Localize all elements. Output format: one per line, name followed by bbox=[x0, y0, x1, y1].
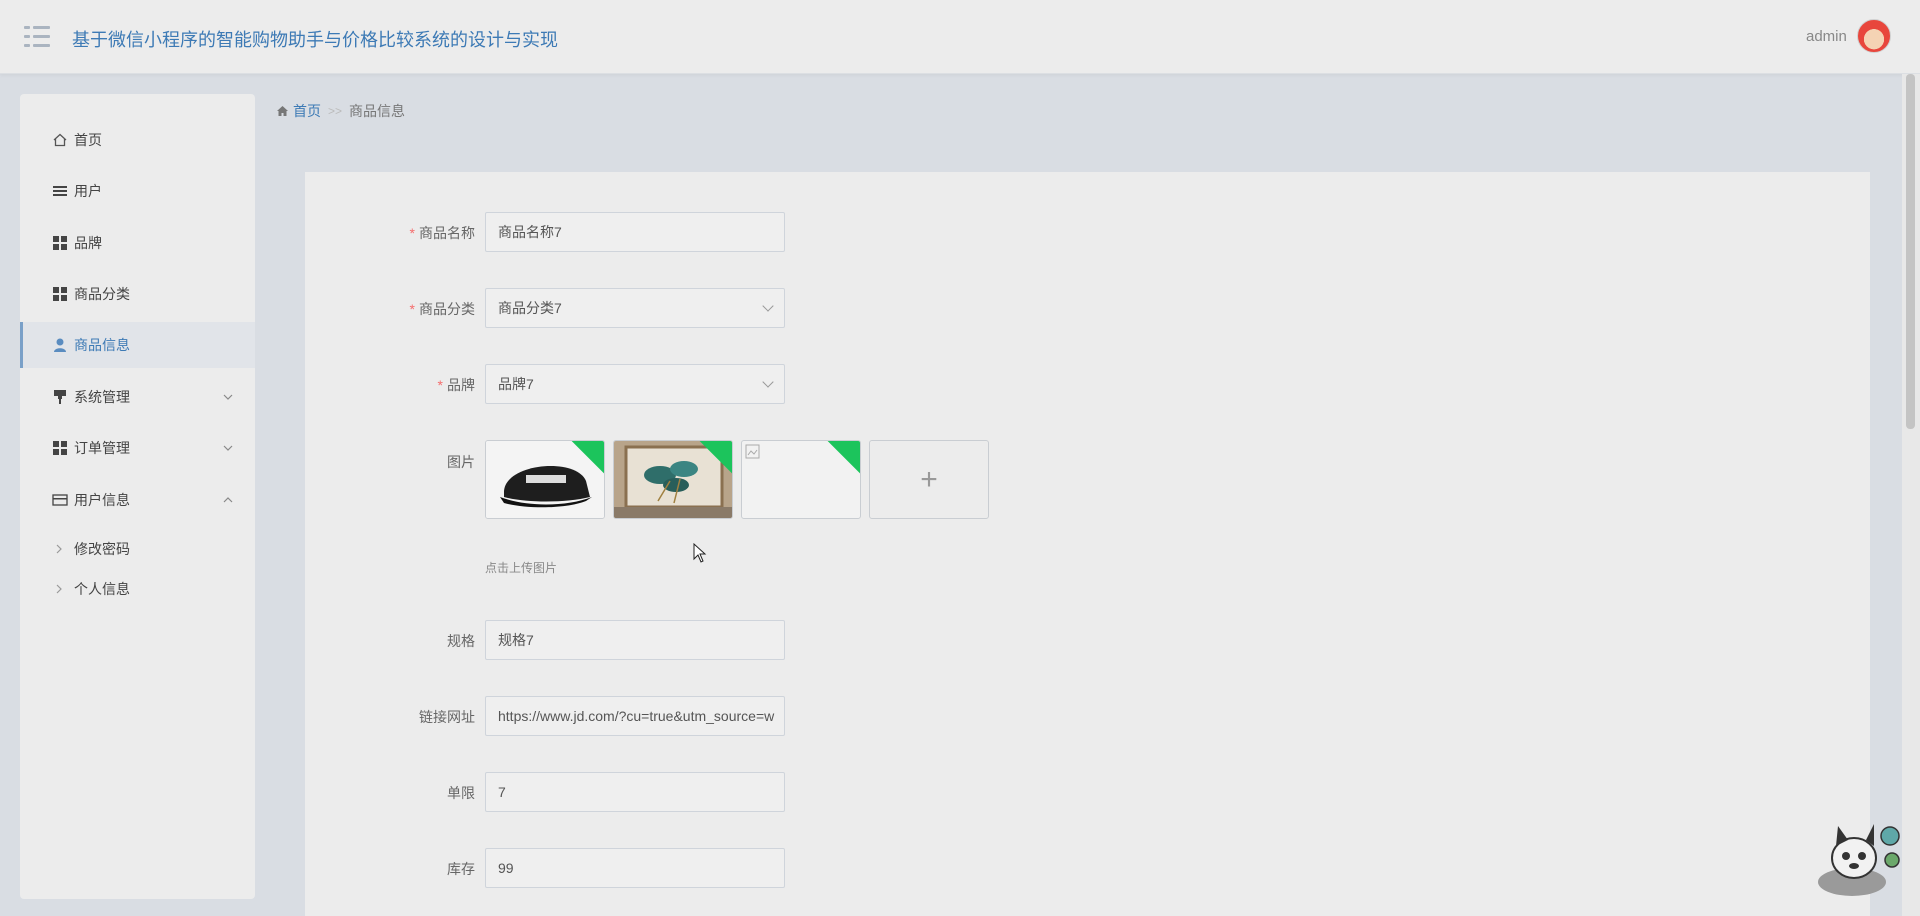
chevron-down-icon bbox=[762, 300, 774, 312]
image-thumbnail[interactable]: ✓ bbox=[485, 440, 605, 519]
sidebar-subitem-profile[interactable]: 个人信息 bbox=[20, 571, 255, 607]
page-scrollbar[interactable] bbox=[1902, 74, 1920, 916]
list-icon bbox=[53, 186, 67, 196]
stock-input[interactable]: 99 bbox=[485, 848, 785, 888]
brush-icon bbox=[54, 390, 66, 404]
spec-input[interactable]: 规格7 bbox=[485, 620, 785, 660]
sidebar-item-category[interactable]: 商品分类 bbox=[20, 271, 255, 317]
breadcrumb-current: 商品信息 bbox=[349, 103, 406, 119]
sidebar-item-system[interactable]: 系统管理 bbox=[20, 374, 255, 420]
chevron-down-icon bbox=[223, 445, 233, 451]
home-icon bbox=[277, 106, 288, 116]
sidebar-item-label: 品牌 bbox=[74, 235, 102, 251]
top-header: 基于微信小程序的智能购物助手与价格比较系统的设计与实现 admin bbox=[0, 0, 1920, 74]
plus-icon: + bbox=[920, 462, 938, 496]
sidebar-item-label: 订单管理 bbox=[74, 440, 130, 456]
grid-icon bbox=[53, 441, 67, 455]
upload-hint: 点击上传图片 bbox=[485, 561, 558, 575]
sidebar-item-label: 系统管理 bbox=[74, 389, 130, 405]
limit-label: 单限 bbox=[447, 785, 475, 801]
breadcrumb: 首页 >> 商品信息 bbox=[276, 101, 405, 121]
brand-label: * 品牌 bbox=[437, 377, 475, 393]
sidebar-item-label: 首页 bbox=[74, 132, 102, 148]
sidebar-subitem-label: 个人信息 bbox=[74, 581, 130, 597]
breadcrumb-separator: >> bbox=[328, 104, 343, 118]
scrollbar-thumb[interactable] bbox=[1906, 74, 1915, 429]
sidebar-item-users[interactable]: 用户 bbox=[20, 168, 255, 214]
spec-label: 规格 bbox=[447, 633, 475, 649]
product-name-input[interactable]: 商品名称7 bbox=[485, 212, 785, 252]
sidebar-item-label: 用户 bbox=[74, 183, 102, 199]
images-label: 图片 bbox=[447, 454, 475, 470]
sidebar-item-label: 商品分类 bbox=[74, 286, 130, 302]
sidebar-item-product-info[interactable]: 商品信息 bbox=[20, 322, 255, 368]
home-icon bbox=[53, 133, 67, 147]
sidebar-item-label: 用户信息 bbox=[74, 492, 130, 508]
person-icon bbox=[54, 338, 66, 352]
category-label: * 商品分类 bbox=[409, 301, 475, 317]
cat-mascot-icon[interactable] bbox=[1808, 812, 1900, 902]
upload-image-button[interactable]: + bbox=[869, 440, 989, 519]
sidebar-item-home[interactable]: 首页 bbox=[20, 117, 255, 163]
upload-success-badge: ✓ bbox=[827, 441, 860, 474]
sidebar-subitem-change-password[interactable]: 修改密码 bbox=[20, 531, 255, 567]
limit-input[interactable]: 7 bbox=[485, 772, 785, 812]
sidebar-item-brand[interactable]: 品牌 bbox=[20, 220, 255, 266]
chevron-right-icon bbox=[56, 584, 62, 594]
sidebar: 首页 用户 品牌 商品分类 商品信息 系统管理 订单管理 用户信息 修改密码 个… bbox=[20, 94, 255, 899]
link-label: 链接网址 bbox=[419, 709, 475, 725]
grid-icon bbox=[53, 236, 67, 250]
chevron-down-icon bbox=[223, 394, 233, 400]
sidebar-item-label: 商品信息 bbox=[74, 337, 130, 353]
menu-toggle-icon[interactable] bbox=[24, 26, 50, 48]
chevron-down-icon bbox=[762, 376, 774, 388]
broken-image-icon bbox=[745, 444, 760, 459]
sidebar-subitem-label: 修改密码 bbox=[74, 541, 130, 557]
app-title: 基于微信小程序的智能购物助手与价格比较系统的设计与实现 bbox=[72, 30, 558, 50]
stock-label: 库存 bbox=[447, 861, 475, 877]
grid-icon bbox=[53, 287, 67, 301]
category-select[interactable]: 商品分类7 bbox=[485, 288, 785, 328]
image-thumbnail[interactable]: ✓ bbox=[741, 440, 861, 519]
user-name[interactable]: admin bbox=[1806, 28, 1847, 45]
chevron-right-icon bbox=[56, 544, 62, 554]
brand-select[interactable]: 品牌7 bbox=[485, 364, 785, 404]
product-name-label: * 商品名称 bbox=[409, 225, 475, 241]
mouse-cursor-icon bbox=[693, 543, 707, 563]
image-thumbnail[interactable]: ✓ bbox=[613, 440, 733, 519]
chevron-up-icon bbox=[223, 497, 233, 503]
sidebar-item-orders[interactable]: 订单管理 bbox=[20, 425, 255, 471]
link-input[interactable]: https://www.jd.com/?cu=true&utm_source=w bbox=[485, 696, 785, 736]
breadcrumb-home-link[interactable]: 首页 bbox=[293, 101, 321, 121]
card-icon bbox=[52, 494, 68, 506]
sidebar-item-user-info[interactable]: 用户信息 bbox=[20, 477, 255, 523]
avatar[interactable] bbox=[1857, 19, 1891, 53]
